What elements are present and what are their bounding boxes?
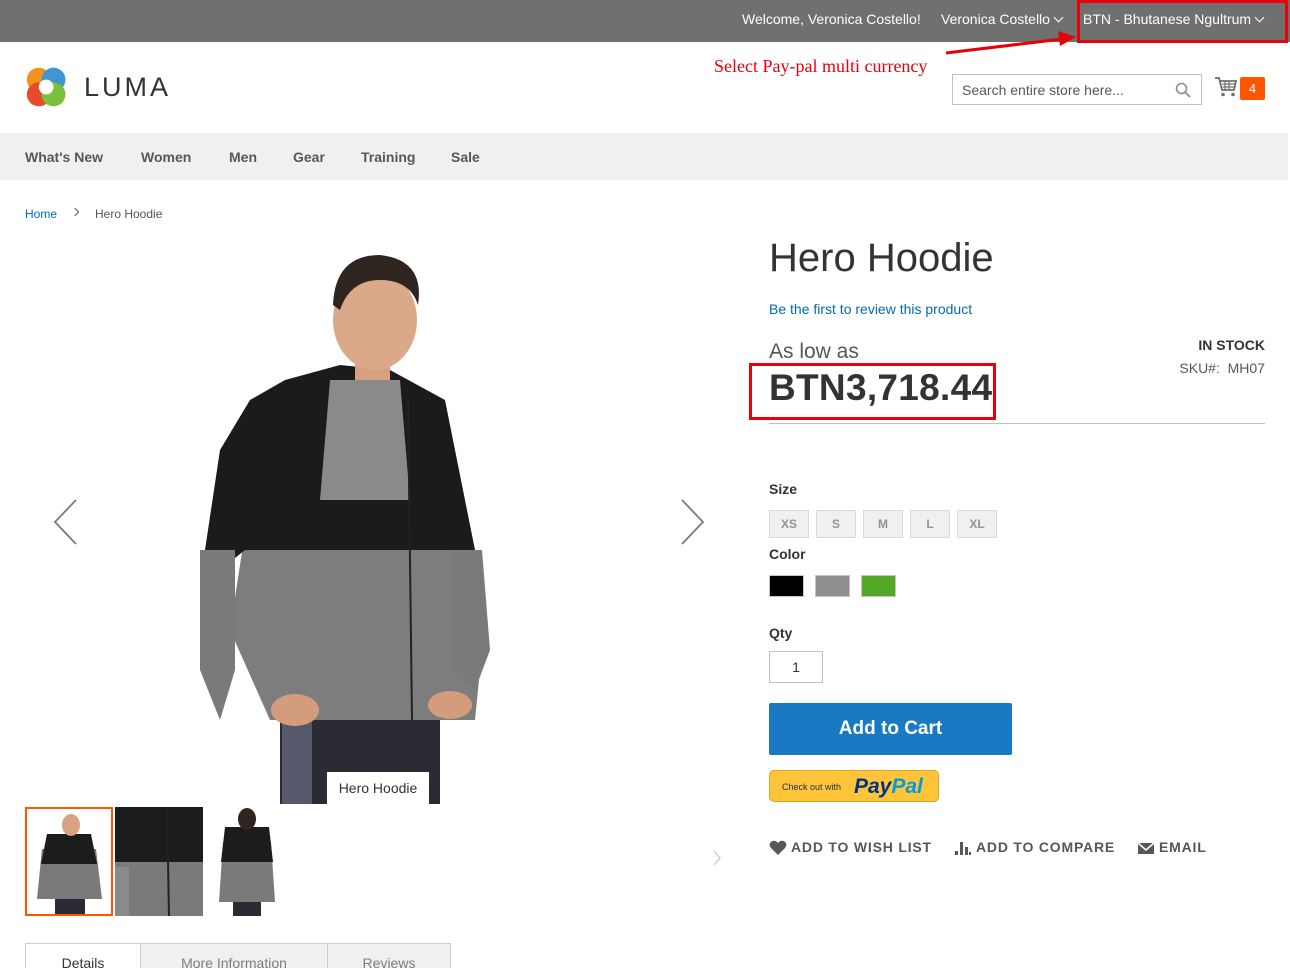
gallery-thumb-1[interactable] xyxy=(25,807,113,916)
color-swatch-green[interactable] xyxy=(861,575,896,597)
paypal-word-pay: Pay xyxy=(854,775,892,798)
tab-more-information[interactable]: More Information xyxy=(140,943,328,968)
cart-icon[interactable] xyxy=(1214,76,1238,98)
color-swatch-gray[interactable] xyxy=(815,575,850,597)
welcome-message: Welcome, Veronica Costello! xyxy=(742,11,921,27)
gallery-thumb-2[interactable] xyxy=(115,807,203,916)
thumb-next-arrow-icon[interactable] xyxy=(712,850,722,866)
compare-icon xyxy=(955,842,971,855)
chevron-right-icon xyxy=(70,207,80,217)
search-input[interactable] xyxy=(953,75,1163,104)
account-dropdown[interactable]: Veronica Costello xyxy=(941,11,1064,27)
envelope-icon xyxy=(1137,842,1155,854)
price-label: As low as xyxy=(769,340,859,363)
size-option-l[interactable]: L xyxy=(910,510,950,538)
currency-highlight-box xyxy=(1077,0,1288,43)
breadcrumb-current: Hero Hoodie xyxy=(95,207,163,221)
size-option-xl[interactable]: XL xyxy=(957,510,997,538)
wishlist-label: ADD TO WISH LIST xyxy=(791,839,932,855)
add-to-wishlist-link[interactable]: ADD TO WISH LIST xyxy=(769,839,932,855)
compare-label: ADD TO COMPARE xyxy=(976,839,1116,855)
nav-item-whats-new[interactable]: What's New xyxy=(25,149,103,165)
nav-item-men[interactable]: Men xyxy=(229,149,257,165)
account-name: Veronica Costello xyxy=(941,11,1050,27)
price-highlight-box xyxy=(749,363,996,420)
nav-item-gear[interactable]: Gear xyxy=(293,149,325,165)
chevron-down-icon xyxy=(1053,12,1064,23)
product-title: Hero Hoodie xyxy=(769,236,994,280)
add-to-compare-link[interactable]: ADD TO COMPARE xyxy=(954,839,1115,855)
email-link[interactable]: EMAIL xyxy=(1137,839,1207,855)
color-swatch-black[interactable] xyxy=(769,575,804,597)
review-link[interactable]: Be the first to review this product xyxy=(769,301,972,317)
paypal-logo: PayPal xyxy=(854,775,923,799)
color-label: Color xyxy=(769,546,806,562)
paypal-checkout-button[interactable]: Check out with PayPal xyxy=(769,770,939,802)
sku-label: SKU#: xyxy=(1179,360,1220,376)
search-icon[interactable] xyxy=(1175,82,1191,98)
size-option-s[interactable]: S xyxy=(816,510,856,538)
sku-value: MH07 xyxy=(1227,360,1265,376)
tab-details[interactable]: Details xyxy=(25,943,141,968)
add-to-cart-button[interactable]: Add to Cart xyxy=(769,703,1012,755)
qty-input[interactable]: 1 xyxy=(769,651,823,683)
nav-item-women[interactable]: Women xyxy=(141,149,191,165)
divider xyxy=(769,423,1265,424)
nav-item-sale[interactable]: Sale xyxy=(451,149,480,165)
luma-logo-icon xyxy=(26,67,66,107)
size-option-xs[interactable]: XS xyxy=(769,510,809,538)
product-main-image[interactable] xyxy=(190,250,500,804)
nav-item-training[interactable]: Training xyxy=(361,149,415,165)
stock-status: IN STOCK xyxy=(1198,337,1265,353)
size-label: Size xyxy=(769,481,798,497)
search-box xyxy=(952,74,1202,105)
paypal-word-pal: Pal xyxy=(891,775,923,798)
image-caption: Hero Hoodie xyxy=(327,772,429,804)
heart-icon xyxy=(769,840,787,855)
annotation-text: Select Pay-pal multi currency xyxy=(714,56,928,76)
gallery-next-arrow-icon[interactable] xyxy=(678,498,706,546)
thumb-image xyxy=(27,809,111,914)
tab-reviews[interactable]: Reviews xyxy=(327,943,451,968)
qty-label: Qty xyxy=(769,625,793,641)
sku-info: SKU#: MH07 xyxy=(1179,360,1265,376)
email-label: EMAIL xyxy=(1159,839,1207,855)
breadcrumb-home-link[interactable]: Home xyxy=(25,207,57,221)
annotation-arrow-icon xyxy=(945,31,1076,55)
paypal-prefix: Check out with xyxy=(782,782,842,792)
logo-text: LUMA xyxy=(84,72,172,102)
gallery-thumb-3[interactable] xyxy=(203,807,291,916)
cart-count-badge[interactable]: 4 xyxy=(1240,77,1265,100)
thumb-image xyxy=(203,807,291,916)
size-option-m[interactable]: M xyxy=(863,510,903,538)
thumb-image xyxy=(115,807,203,916)
gallery-prev-arrow-icon[interactable] xyxy=(52,498,80,546)
main-navigation: What's New Women Men Gear Training Sale xyxy=(0,133,1288,180)
